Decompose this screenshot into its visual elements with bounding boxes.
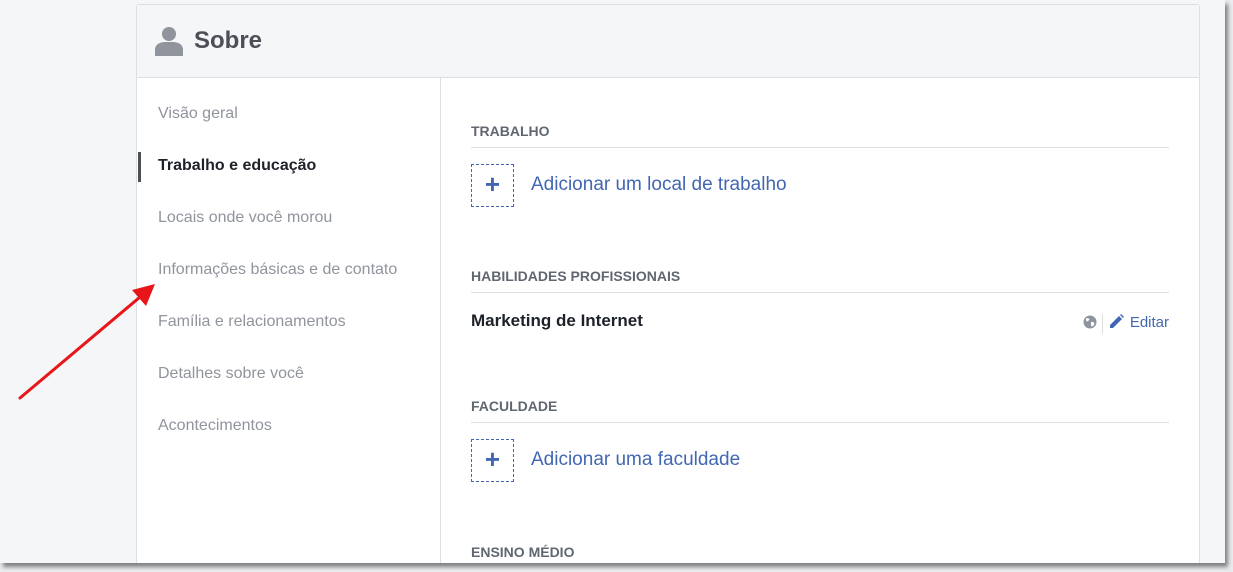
skills-section-title: HABILIDADES PROFISSIONAIS [471, 268, 1169, 293]
add-college-link[interactable]: Adicionar uma faculdade [531, 449, 740, 471]
sidebar-item-life-events[interactable]: Acontecimentos [158, 417, 272, 435]
high-school-section-title: ENSINO MÉDIO [471, 544, 1169, 563]
action-divider [1102, 314, 1103, 334]
about-sidebar: Visão geral Trabalho e educação Locais o… [137, 78, 441, 563]
edit-skill-button[interactable]: Editar [1109, 314, 1169, 332]
sidebar-item-family[interactable]: Família e relacionamentos [158, 313, 346, 331]
sidebar-item-places-lived[interactable]: Locais onde você morou [158, 209, 332, 227]
sidebar-item-contact-info[interactable]: Informações básicas e de contato [158, 261, 397, 279]
plus-icon: + [484, 444, 501, 474]
page-title: Sobre [194, 27, 263, 54]
skill-item: Marketing de Internet [471, 311, 643, 330]
about-content: TRABALHO + Adicionar um local de trabalh… [471, 78, 1169, 563]
pencil-icon [1109, 314, 1124, 328]
panel-header: Sobre [137, 5, 1199, 78]
sidebar-item-work-education[interactable]: Trabalho e educação [158, 157, 316, 175]
add-workplace-link[interactable]: Adicionar um local de trabalho [531, 174, 787, 196]
plus-icon: + [484, 169, 501, 199]
sidebar-item-details[interactable]: Detalhes sobre você [158, 365, 304, 383]
screenshot-frame: Sobre Visão geral Trabalho e educação Lo… [0, 0, 1225, 563]
edit-label[interactable]: Editar [1130, 314, 1169, 331]
sidebar-item-overview[interactable]: Visão geral [158, 105, 238, 123]
about-panel: Sobre Visão geral Trabalho e educação Lo… [136, 4, 1200, 563]
work-section-title: TRABALHO [471, 123, 1169, 148]
college-section-title: FACULDADE [471, 398, 1169, 423]
active-indicator [138, 152, 141, 182]
skill-actions: Editar [1069, 314, 1169, 336]
globe-icon[interactable] [1083, 315, 1097, 329]
user-silhouette-icon [155, 27, 183, 56]
